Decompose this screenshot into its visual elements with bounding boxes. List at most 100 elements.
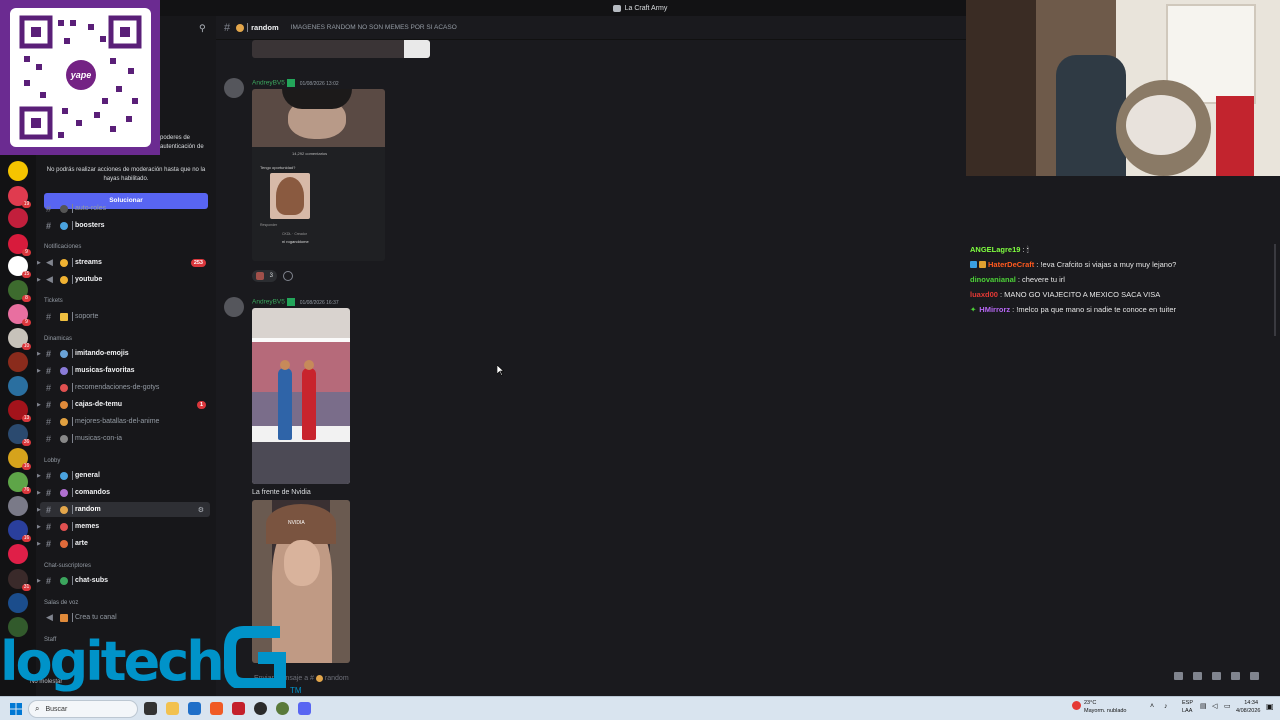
channel-cajas-de-temu[interactable]: ▶ # cajas-de-temu 1 — [37, 397, 210, 412]
notification-icon[interactable]: ▣ — [1266, 703, 1274, 711]
avatar[interactable] — [224, 297, 244, 317]
chat-username[interactable]: dinovanianal — [970, 275, 1016, 284]
brave-icon[interactable] — [210, 702, 223, 715]
chat-message: dinovanianal : chevere tu irl — [970, 272, 1270, 287]
chat-username[interactable]: HMirrorz — [979, 305, 1010, 314]
chat-message: luaxd00 : MANO GO VIAJECITO A MEXICO SAC… — [970, 287, 1270, 302]
add-reaction-icon[interactable] — [283, 271, 293, 281]
message-author[interactable]: AndreyBV5 01/08/2026 13:02 — [252, 79, 339, 87]
chat-username[interactable]: luaxd00 — [970, 290, 998, 299]
emoji-icon[interactable] — [1231, 672, 1240, 680]
channel-memes[interactable]: ▶ # memes — [37, 519, 210, 534]
channel-label: musicas-favoritas — [75, 367, 135, 374]
channel-soporte[interactable]: # soporte — [40, 309, 210, 324]
logitech-logo: logitech — [0, 630, 225, 693]
channel-recomendaciones-de-gotys[interactable]: # recomendaciones-de-gotys — [40, 380, 210, 395]
image-attachment[interactable] — [252, 40, 430, 58]
channel-musicas-con-ia[interactable]: # musicas-con-ia — [40, 431, 210, 446]
server-icon[interactable]: 8 — [8, 280, 31, 302]
discord-taskbar-icon[interactable] — [298, 702, 311, 715]
category-dinamicas[interactable]: Dinamicas — [44, 336, 72, 342]
server-icon[interactable]: 15 — [8, 256, 31, 278]
channel-imitando-emojis[interactable]: ▶ # imitando-emojis — [37, 346, 210, 361]
store-icon[interactable] — [188, 702, 201, 715]
server-icon[interactable]: 10 — [8, 328, 31, 350]
channel-boosters[interactable]: # boosters — [40, 218, 210, 233]
notice-side-text: poderes de autenticación de — [160, 135, 204, 150]
channel-label: general — [75, 472, 100, 479]
channel-label: imitando-emojis — [75, 350, 129, 357]
lang-code: ESP — [1182, 700, 1194, 706]
network-icon[interactable]: ▤ — [1200, 703, 1207, 711]
add-member-icon[interactable]: ⚲ — [199, 24, 208, 33]
category-notificaciones[interactable]: Notificaciones — [44, 244, 81, 250]
microphone-icon[interactable]: ♪ — [1164, 703, 1168, 711]
channel-random[interactable]: ▶ # random ⚙ — [37, 502, 210, 517]
channel-arte[interactable]: ▶ # arte — [37, 536, 210, 551]
weather-widget[interactable]: 23°C Mayorm. nublado — [1084, 699, 1127, 715]
server-icon[interactable] — [8, 161, 28, 181]
chevron-up-icon[interactable]: ˄ — [1150, 703, 1154, 711]
server-icon[interactable]: 13 — [8, 400, 31, 422]
apps-icon[interactable] — [1250, 672, 1259, 680]
channel-label: cajas-de-temu — [75, 401, 123, 408]
channel-comandos[interactable]: ▶ # comandos — [37, 485, 210, 500]
server-icon[interactable] — [8, 376, 28, 396]
server-icon[interactable]: 9 — [8, 304, 31, 326]
reply-user: CKDL · Creador — [282, 232, 307, 236]
channel-label: random — [75, 506, 101, 513]
server-icon[interactable] — [8, 593, 28, 613]
volume-icon[interactable]: ◁ — [1212, 703, 1217, 711]
channel-youtube[interactable]: ▶ ◀ youtube — [37, 272, 210, 287]
avatar[interactable] — [224, 78, 244, 98]
taskbar-search[interactable]: ⌕ Buscar — [28, 700, 138, 718]
server-icon[interactable] — [8, 208, 28, 228]
chat-scrollbar[interactable] — [1274, 244, 1276, 336]
chat-username[interactable]: ANGELagre19 — [970, 245, 1020, 254]
windows-start-icon[interactable] — [10, 703, 22, 715]
server-icon[interactable]: 19 — [8, 186, 31, 208]
server-icon[interactable]: 16 — [8, 520, 31, 542]
channel-chat-subs[interactable]: ▶ # chat-subs — [37, 573, 210, 588]
server-icon[interactable] — [8, 544, 28, 564]
server-icon[interactable]: 16 — [8, 448, 31, 470]
channel-label: arte — [75, 540, 88, 547]
category-salas-de-voz[interactable]: Salas de voz — [44, 600, 78, 606]
channel-auto-roles[interactable]: # auto-roles — [40, 201, 210, 216]
channel-general[interactable]: ▶ # general — [37, 468, 210, 483]
gift-icon[interactable] — [1174, 672, 1183, 680]
chat-username[interactable]: HaterDeCraft — [988, 260, 1034, 269]
app-icon[interactable] — [276, 702, 289, 715]
channel-settings-gear-icon[interactable]: ⚙ — [198, 506, 204, 514]
weather-temp: 23°C — [1084, 700, 1097, 706]
category-tickets[interactable]: Tickets — [44, 298, 63, 304]
channel-musicas-favoritas[interactable]: ▶ # musicas-favoritas — [37, 363, 210, 378]
sticker-icon[interactable] — [1212, 672, 1221, 680]
image-attachment[interactable] — [252, 308, 350, 484]
obs-icon[interactable] — [254, 702, 267, 715]
server-icon[interactable]: 36 — [8, 424, 31, 446]
message-composer[interactable]: Enviar mensaje a # random — [250, 668, 950, 688]
task-view-icon[interactable] — [144, 702, 157, 715]
category-chat-suscriptores[interactable]: Chat-suscriptores — [44, 563, 91, 569]
server-icon[interactable] — [8, 496, 28, 516]
channel-mejores-batallas-del-anime[interactable]: # mejores-batallas-del-anime — [40, 414, 210, 429]
server-icon[interactable]: 9 — [8, 234, 31, 256]
message-author[interactable]: AndreyBV5 01/08/2026 16:37 — [252, 298, 339, 306]
webcam-feed — [966, 0, 1280, 176]
app-icon[interactable] — [232, 702, 245, 715]
hash-icon: # — [46, 487, 52, 498]
battery-icon[interactable]: ▭ — [1224, 703, 1231, 711]
reaction-chip[interactable]: 3 — [252, 270, 277, 282]
file-explorer-icon[interactable] — [166, 702, 179, 715]
server-icon[interactable]: 31 — [8, 569, 31, 591]
server-icon[interactable] — [8, 352, 28, 372]
language-indicator[interactable]: ESP LAA — [1182, 699, 1193, 715]
clock[interactable]: 14:34 4/08/2026 — [1236, 699, 1260, 715]
server-icon[interactable]: 76 — [8, 472, 31, 494]
gif-icon[interactable] — [1193, 672, 1202, 680]
channel-streams[interactable]: ▶ ◀ streams 253 — [37, 255, 210, 270]
category-lobby[interactable]: Lobby — [44, 458, 60, 464]
image-attachment[interactable]: 14,292 comentarios Tengo oportunidad? Re… — [252, 89, 385, 261]
weather-alert-icon[interactable] — [1072, 701, 1081, 710]
